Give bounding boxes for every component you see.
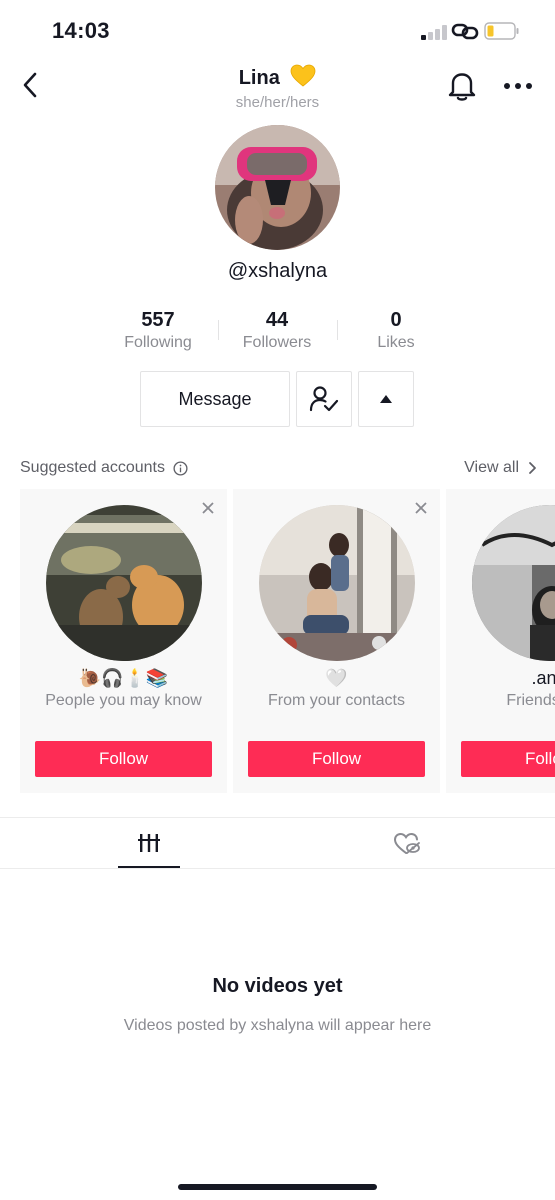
- status-bar: 14:03: [0, 0, 555, 62]
- suggested-name: 🤍: [325, 668, 348, 688]
- tab-videos[interactable]: [0, 818, 277, 868]
- heart-hidden-icon: [393, 832, 420, 854]
- expand-suggestions-button[interactable]: [358, 371, 414, 427]
- link-icon: [451, 23, 479, 40]
- empty-state-subtitle: Videos posted by xshalyna will appear he…: [123, 1017, 432, 1034]
- suggested-name: .an.r: [531, 668, 555, 688]
- info-icon[interactable]: [173, 460, 188, 476]
- suggested-name: 🐌🎧🕯️📚: [78, 668, 169, 688]
- avatar-photo: [259, 505, 415, 661]
- suggested-card[interactable]: 🤍 From your contacts Follow: [233, 489, 440, 793]
- close-icon[interactable]: [201, 501, 215, 515]
- username: @xshalyna: [227, 260, 328, 282]
- suggested-reason: From your contacts: [268, 692, 405, 709]
- suggested-reason: People you may know: [45, 692, 202, 709]
- triangle-up-icon: [380, 395, 392, 403]
- suggested-card[interactable]: 🐌🎧🕯️📚 People you may know Follow: [20, 489, 227, 793]
- suggested-avatar[interactable]: [259, 505, 415, 661]
- close-icon[interactable]: [414, 501, 428, 515]
- avatar-photo: [215, 125, 340, 250]
- avatar-photo: [472, 505, 555, 661]
- grid-bars-icon: [138, 834, 160, 852]
- stat-value: 557: [141, 309, 175, 331]
- stat-label: Likes: [377, 334, 415, 351]
- tab-liked[interactable]: [277, 818, 554, 868]
- more-icon[interactable]: [503, 80, 533, 92]
- bell-icon[interactable]: [447, 70, 477, 102]
- person-check-icon: [309, 386, 339, 412]
- view-all-link[interactable]: View all: [464, 459, 537, 477]
- empty-state-title: No videos yet: [212, 975, 343, 997]
- suggested-accounts-carousel[interactable]: 🐌🎧🕯️📚 People you may know Follow 🤍 From …: [0, 489, 555, 794]
- suggested-avatar[interactable]: [472, 505, 555, 661]
- stat-following[interactable]: 557 Following: [98, 308, 218, 352]
- follow-button[interactable]: Follow: [35, 741, 212, 777]
- following-button[interactable]: [296, 371, 352, 427]
- signal-icon: [421, 24, 447, 40]
- follow-button[interactable]: Follow: [248, 741, 425, 777]
- suggested-card[interactable]: .an.r Friends with Follow: [446, 489, 555, 793]
- stat-label: Followers: [242, 334, 312, 351]
- suggested-avatar[interactable]: [46, 505, 202, 661]
- suggested-accounts-title: Suggested accounts: [20, 459, 188, 477]
- stat-followers[interactable]: 44 Followers: [217, 308, 337, 352]
- chevron-right-icon: [529, 462, 536, 474]
- home-indicator[interactable]: [178, 1184, 377, 1190]
- profile-name: Lina: [238, 67, 280, 89]
- profile-avatar[interactable]: [215, 125, 340, 250]
- stat-likes[interactable]: 0 Likes: [336, 308, 456, 352]
- profile-stats: 557 Following 44 Followers 0 Likes: [98, 308, 456, 358]
- profile-header: Lina she/her/hers: [0, 56, 555, 116]
- suggested-reason: Friends with: [506, 692, 555, 709]
- message-button[interactable]: Message: [140, 371, 290, 427]
- avatar-photo: [46, 505, 202, 661]
- suggested-title-text: Suggested accounts: [20, 459, 165, 476]
- stat-value: 44: [265, 309, 289, 331]
- follow-button[interactable]: Follow: [461, 741, 555, 777]
- yellow-heart-icon: [290, 64, 316, 87]
- stat-label: Following: [124, 334, 192, 351]
- battery-icon: [484, 22, 519, 40]
- status-time: 14:03: [52, 18, 110, 43]
- divider: [0, 868, 555, 869]
- stat-value: 0: [390, 309, 402, 331]
- view-all-label: View all: [464, 459, 519, 476]
